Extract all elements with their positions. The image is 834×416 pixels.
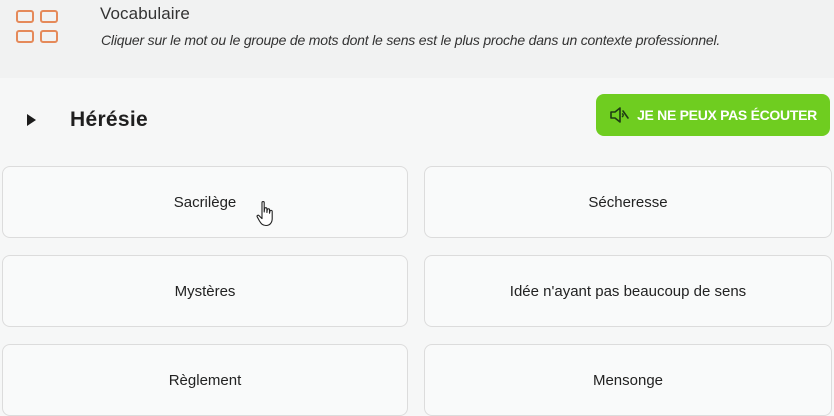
answer-choice[interactable]: Idée n'ayant pas beaucoup de sens — [424, 255, 832, 327]
answer-choice-label: Mystères — [174, 282, 236, 300]
play-icon — [27, 114, 36, 126]
answer-choice-label: Mensonge — [592, 371, 664, 389]
exercise-title: Vocabulaire — [100, 4, 190, 23]
answer-choice[interactable]: Règlement — [2, 344, 408, 416]
cant-listen-button[interactable]: JE NE PEUX PAS ÉCOUTER — [596, 94, 830, 136]
exercise-header: Vocabulaire Cliquer sur le mot ou le gro… — [0, 0, 834, 78]
exercise-instruction: Cliquer sur le mot ou le groupe de mots … — [101, 32, 721, 48]
answer-choice-label: Sacrilège — [173, 193, 237, 211]
answer-choice-label: Sécheresse — [588, 193, 668, 211]
answer-choice[interactable]: Sécheresse — [424, 166, 832, 238]
answer-choice-label: Règlement — [168, 371, 242, 389]
question-word: Hérésie — [70, 108, 148, 131]
answer-choice[interactable]: Sacrilège — [2, 166, 408, 238]
play-audio-button[interactable] — [20, 109, 44, 133]
answer-choice[interactable]: Mensonge — [424, 344, 832, 416]
cant-listen-label: JE NE PEUX PAS ÉCOUTER — [637, 107, 817, 123]
answer-choice-label: Idée n'ayant pas beaucoup de sens — [509, 282, 747, 300]
grid-icon — [16, 10, 62, 46]
speaker-muted-icon — [610, 107, 629, 123]
hand-pointer-icon — [256, 200, 273, 227]
answer-choice[interactable]: Mystères — [2, 255, 408, 327]
